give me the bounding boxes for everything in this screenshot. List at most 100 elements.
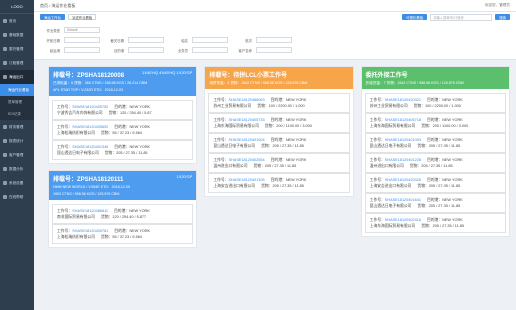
- job-card[interactable]: 工作号：SHASE18120401345 目的港：NEW YORK 昆山透达日电子有…: [52, 140, 194, 160]
- workno-label: 工作号：: [369, 118, 385, 122]
- workno-link[interactable]: SHASE18120486063: [229, 98, 265, 102]
- workno-link[interactable]: SHASE18120401003: [385, 138, 421, 142]
- workno-link[interactable]: SHASE18120405692: [72, 125, 108, 129]
- sidebar-item-label: 在线帮助: [9, 194, 24, 199]
- dest-value: NEW YORK: [442, 218, 463, 222]
- goods-label: 货物：: [417, 204, 429, 208]
- sidebar-subitem[interactable]: 海运作业看板: [0, 84, 34, 96]
- workno-link[interactable]: SHASE18120405718: [385, 118, 421, 122]
- job-card[interactable]: 工作号：SHASE18120405761 目的港：NEW YORK 上海松瑞纺织有限…: [52, 224, 194, 244]
- card-row: 宁波秀吉汽车内饰有限公司 货物：120 / 254.40 / 5.87: [57, 110, 188, 116]
- salesman-input[interactable]: [192, 47, 228, 53]
- goods-value: 205 / 27.35 / 11.85: [428, 184, 461, 188]
- filter-label: 航次: [245, 38, 252, 43]
- workno-link[interactable]: SHASE18120420321: [385, 98, 421, 102]
- sidebar-item-label: 订舱管理: [9, 60, 24, 65]
- workno-label: 工作号：: [213, 158, 229, 162]
- job-card[interactable]: 工作号：SHASE18120401228 目的港：NEW YORK 温州进出口有限公…: [364, 153, 506, 173]
- job-card[interactable]: 工作号：SHASE18120420325 目的港：NEW YORK 上海安吉进出口有…: [364, 173, 506, 193]
- dest-label: 目的港：: [426, 198, 443, 202]
- search-button[interactable]: 搜索: [495, 14, 510, 20]
- workno-link[interactable]: SHASE18120405752: [72, 105, 108, 109]
- filter-label: 客户名称: [238, 48, 252, 53]
- job-card[interactable]: 工作号：SHASE18120401305 目的港：NEW YORK 上海安吉进出口有…: [208, 173, 350, 193]
- workno-link[interactable]: SHASE18120401641: [385, 198, 421, 202]
- workno-link[interactable]: SHASE18120401345: [72, 145, 108, 149]
- dest-value: NEW YORK: [129, 145, 151, 149]
- sidebar-item-label: 数据分析: [9, 166, 24, 171]
- sea-workbench-button[interactable]: 海运工作台: [40, 14, 65, 20]
- job-card[interactable]: 工作号：SHASE18120405692 目的港：NEW YORK 上海松瑞纺织有限…: [52, 120, 194, 140]
- job-card[interactable]: 工作号：SHASE18120486063 目的港：NEW YORK 苏州工业贸易有限…: [208, 93, 350, 113]
- sidebar-item[interactable]: 基础数据: [0, 28, 34, 42]
- job-card[interactable]: 工作号：SHASE18120405718 目的港：NEW YORK 上海东海国际贸易…: [364, 113, 506, 133]
- company-name: 宁波秀吉汽车内饰有限公司: [57, 111, 103, 115]
- card-row: 上海松瑞纺织有限公司 货物：55 / 37.23 / 9.564: [57, 234, 188, 240]
- menu-icon: [3, 153, 7, 157]
- goods-value: 205 / 27.35 / 11.85: [272, 144, 304, 148]
- sidebar-item[interactable]: 委托管理: [0, 42, 34, 56]
- group-header[interactable]: 排载号：待拼LCL小票工作号 待拼货量：3 货物：1542 CTNS / 958.…: [205, 67, 353, 89]
- sidebar-item[interactable]: 在线帮助: [0, 190, 34, 204]
- card-row: 昆山透达日电子有限公司 货物：205 / 27.35 / 11.85: [57, 150, 188, 156]
- workno-link[interactable]: SHASE18120405761: [72, 229, 108, 233]
- sidebar-subitem[interactable]: 提单管理: [0, 96, 34, 108]
- job-card[interactable]: 工作号：SHASE18120401003 目的港：NEW YORK 昆山透达日电子有…: [364, 133, 506, 153]
- card-row: 上海东海国际贸易有限公司 货物：200 / 1100.00 / 3.000: [213, 123, 344, 129]
- card-row: 温州进出口有限公司 货物：205 / 27.35 / 11.85: [213, 163, 344, 169]
- sidebar-item[interactable]: 系统设置: [0, 176, 34, 190]
- sidebar-item[interactable]: 订舱管理: [0, 56, 34, 70]
- company-name: 上海东海国际贸易有限公司: [369, 124, 416, 128]
- company-name: 南非国际贸易有限公司: [57, 215, 95, 219]
- pol-input[interactable]: [64, 47, 100, 53]
- pod-input[interactable]: [128, 47, 164, 53]
- vessel-input[interactable]: [192, 37, 228, 43]
- breadcrumb: 首页 / 海运作业看板: [40, 2, 76, 8]
- group-header[interactable]: 委托外接工作号 外接货量：7 货物：1542 CTNS / 958.56 KGS …: [361, 67, 509, 89]
- sidebar-item[interactable]: 首页: [0, 14, 34, 28]
- job-card[interactable]: 工作号：SHASE18120420321 目的港：NEW YORK 苏州工业贸易有限…: [364, 93, 506, 113]
- group-header[interactable]: 排载号：ZPSHA18120111 1X20'GP HMM NEW WORLD / …: [49, 171, 197, 200]
- user-info[interactable]: 欢迎您，管理员: [485, 3, 510, 8]
- workno-link[interactable]: SHASE18120486811: [72, 209, 108, 213]
- dispatch-board-button[interactable]: 派送作业看板: [67, 14, 97, 20]
- workno-link[interactable]: SHASE18120420325: [385, 178, 421, 182]
- job-card[interactable]: 工作号：SHASE18120405733 目的港：NEW YORK 上海东海国际贸易…: [208, 113, 350, 133]
- sail-date-input[interactable]: [64, 37, 100, 43]
- workno-link[interactable]: SHASE18120402416: [385, 218, 421, 222]
- workno-link[interactable]: SHASE18120401004: [229, 138, 265, 142]
- job-card[interactable]: 工作号：SHASE18120402416 目的港：NEW YORK 上海东海国际贸易…: [364, 213, 506, 233]
- kanban-board: 排载号：ZPSHA18120008 1X40'HQ 4X45'HQ 1X20'GP…: [34, 60, 516, 310]
- job-type-select[interactable]: Default: [64, 27, 100, 33]
- workno-label: 工作号：: [369, 138, 385, 142]
- sidebar-item[interactable]: 数据分析: [0, 162, 34, 176]
- search-input[interactable]: 请输入提单号/订舱号: [430, 13, 493, 21]
- sidebar-item-label: 财务管理: [9, 124, 24, 129]
- visual-board-button[interactable]: 可视化看板: [402, 14, 428, 20]
- sidebar-item[interactable]: 财务管理: [0, 120, 34, 134]
- sidebar-item[interactable]: 海运出口: [0, 70, 34, 84]
- workno-link[interactable]: SHASE18120402554: [229, 158, 265, 162]
- job-card[interactable]: 工作号：SHASE18120402554 目的港：NEW YORK 温州进出口有限公…: [208, 153, 350, 173]
- sidebar-item[interactable]: 报表统计: [0, 134, 34, 148]
- company-name: 昆山透达日电子有限公司: [213, 144, 256, 148]
- job-card[interactable]: 工作号：SHASE18120401004 目的港：NEW YORK 昆山透达日电子有…: [208, 133, 350, 153]
- group-title-row: 排载号：待拼LCL小票工作号: [209, 70, 348, 79]
- group-panel: 委托外接工作号 外接货量：7 货物：1542 CTNS / 958.56 KGS …: [360, 66, 510, 237]
- job-card[interactable]: 工作号：SHASE18120401641 目的港：NEW YORK 昆山透达日电子有…: [364, 193, 506, 213]
- goods-label: 货物：: [261, 144, 273, 148]
- job-card[interactable]: 工作号：SHASE18120405752 目的港：NEW YORK 宁波秀吉汽车内饰…: [52, 100, 194, 120]
- sidebar-subitem[interactable]: EDI记录: [0, 108, 34, 120]
- dest-label: 目的港：: [270, 118, 286, 122]
- workno-link[interactable]: SHASE18120401228: [385, 158, 421, 162]
- cut-date-input[interactable]: [128, 37, 164, 43]
- group-header[interactable]: 排载号：ZPSHA18120008 1X40'HQ 4X45'HQ 1X20'GP…: [49, 67, 197, 96]
- workno-link[interactable]: SHASE18120405733: [229, 118, 265, 122]
- voyage-input[interactable]: [256, 37, 292, 43]
- workno-link[interactable]: SHASE18120401305: [229, 178, 265, 182]
- job-card[interactable]: 工作号：SHASE18120486811 目的港：NEW YORK 南非国际贸易有限…: [52, 204, 194, 224]
- goods-label: 货物：: [264, 124, 277, 128]
- menu-icon: [3, 125, 7, 129]
- customer-input[interactable]: [256, 47, 292, 53]
- sidebar-item[interactable]: 客户管理: [0, 148, 34, 162]
